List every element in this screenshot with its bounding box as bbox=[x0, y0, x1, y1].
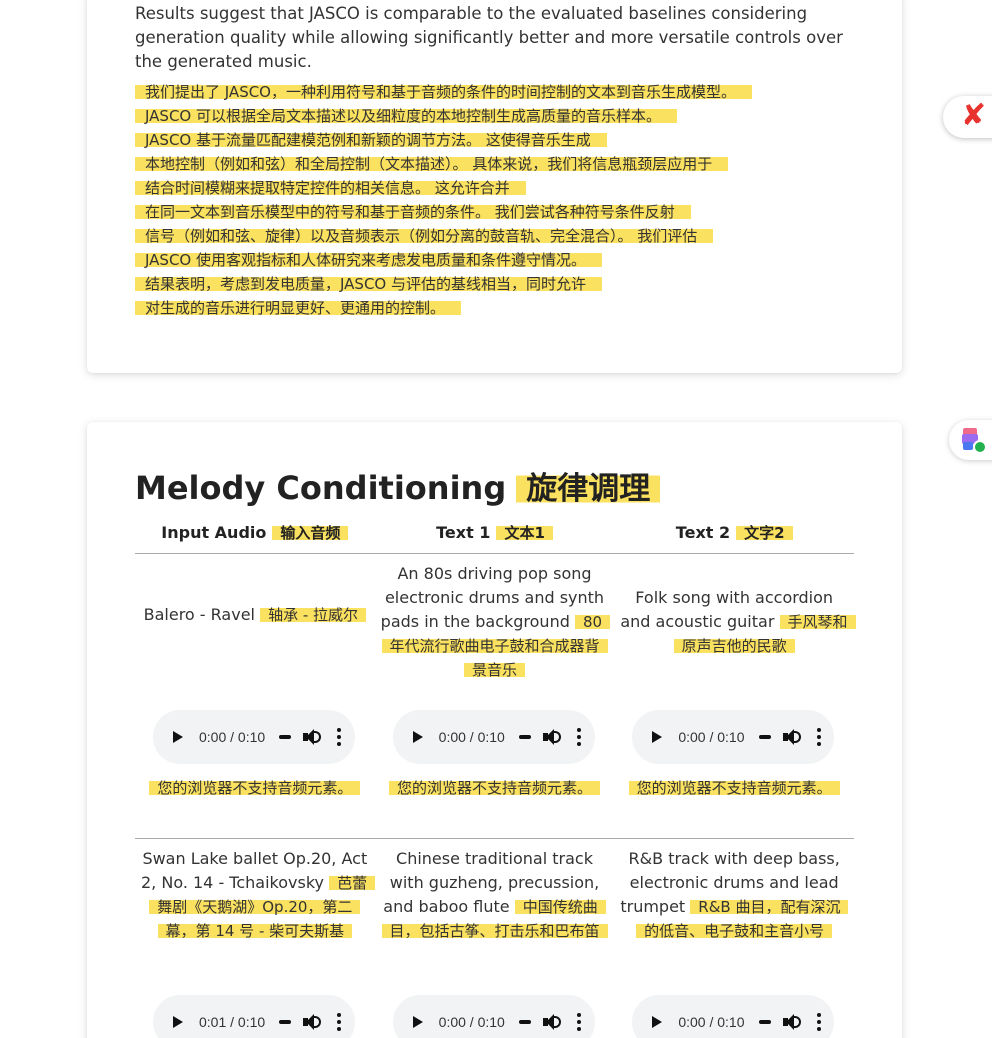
cell-translation: 轴承 - 拉威尔 bbox=[260, 606, 367, 624]
play-icon[interactable] bbox=[652, 731, 663, 743]
translate-extension-button[interactable]: ✘ bbox=[943, 96, 992, 138]
audio-unsupported-message: 您的浏览器不支持音频元素。 bbox=[389, 779, 601, 797]
table-cell: An 80s driving pop song electronic drums… bbox=[375, 554, 615, 838]
mute-icon[interactable] bbox=[518, 735, 531, 739]
translation-line: 对生成的音乐进行明显更好、更通用的控制。 bbox=[135, 299, 462, 317]
cell-description: An 80s driving pop song electronic drums… bbox=[380, 564, 605, 631]
mute-icon[interactable] bbox=[758, 735, 771, 739]
volume-icon[interactable] bbox=[303, 1014, 322, 1030]
audio-time: 0:00 / 0:10 bbox=[438, 1014, 505, 1030]
play-icon[interactable] bbox=[173, 1016, 183, 1028]
header-translation: 文本1 bbox=[496, 524, 553, 542]
table-cell: Chinese traditional track with guzheng, … bbox=[375, 839, 615, 1038]
audio-player[interactable]: 0:00 / 0:10 bbox=[392, 710, 595, 764]
translation-line: JASCO 使用客观指标和人体研究来考虑发电质量和条件遵守情况。 bbox=[135, 251, 602, 269]
audio-time: 0:00 / 0:10 bbox=[678, 1014, 745, 1030]
translation-line: JASCO 基于流量匹配建模范例和新颖的调节方法。 这使得音乐生成 bbox=[135, 131, 607, 149]
mute-icon[interactable] bbox=[518, 1020, 531, 1024]
header-input-audio: Input Audio 输入音频 bbox=[135, 518, 375, 553]
more-options-icon[interactable] bbox=[337, 1013, 342, 1031]
audio-player[interactable]: 0:00 / 0:10 bbox=[632, 995, 835, 1038]
audio-player[interactable]: 0:00 / 0:10 bbox=[153, 710, 355, 764]
audio-time: 0:01 / 0:10 bbox=[199, 1014, 266, 1030]
translation-line: JASCO 可以根据全局文本描述以及细粒度的本地控制生成高质量的音乐样本。 bbox=[135, 107, 677, 125]
abstract-chinese-translation: 我们提出了 JASCO，一种利用符号和基于音频的条件的时间控制的文本到音乐生成模… bbox=[135, 80, 850, 320]
section-title-translation: 旋律调理 bbox=[516, 471, 661, 507]
audio-player[interactable]: 0:01 / 0:10 bbox=[153, 995, 355, 1038]
doc-extension-button[interactable] bbox=[949, 420, 992, 460]
volume-icon[interactable] bbox=[303, 729, 322, 745]
more-options-icon[interactable] bbox=[576, 1013, 581, 1031]
more-options-icon[interactable] bbox=[337, 728, 342, 746]
more-options-icon[interactable] bbox=[816, 1013, 821, 1031]
translation-line: 结合时间模糊来提取特定控件的相关信息。 这允许合并 bbox=[135, 179, 526, 197]
volume-icon[interactable] bbox=[542, 1014, 561, 1030]
play-icon[interactable] bbox=[652, 1016, 663, 1028]
translation-line: 本地控制（例如和弦）和全局控制（文本描述）。 具体来说，我们将信息瓶颈层应用于 bbox=[135, 155, 729, 173]
play-icon[interactable] bbox=[412, 731, 423, 743]
mute-icon[interactable] bbox=[758, 1020, 771, 1024]
abstract-english-text: Results suggest that JASCO is comparable… bbox=[135, 4, 843, 71]
audio-unsupported-message: 您的浏览器不支持音频元素。 bbox=[628, 779, 840, 797]
section-title-text: Melody Conditioning bbox=[135, 469, 507, 507]
translation-line: 结果表明，考虑到发电质量，JASCO 与评估的基线相当，同时允许 bbox=[135, 275, 602, 293]
table-row: Balero - Ravel 轴承 - 拉威尔 0:00 / 0:10 您的浏览… bbox=[135, 554, 856, 839]
play-icon[interactable] bbox=[173, 731, 183, 743]
table-header: Input Audio 输入音频 Text 1 文本1 Text 2 文字2 bbox=[135, 518, 854, 554]
abstract-card: Results suggest that JASCO is comparable… bbox=[87, 0, 902, 373]
audio-time: 0:00 / 0:10 bbox=[438, 729, 505, 745]
audio-unsupported-message: 您的浏览器不支持音频元素。 bbox=[149, 779, 361, 797]
audio-time: 0:00 / 0:10 bbox=[199, 729, 266, 745]
table-row: Swan Lake ballet Op.20, Act 2, No. 14 - … bbox=[135, 839, 854, 1038]
cell-description: Balero - Ravel bbox=[143, 605, 255, 624]
header-text-2: Text 2 文字2 bbox=[614, 518, 854, 553]
section-title: Melody Conditioning 旋律调理 bbox=[135, 466, 661, 510]
samples-table: Input Audio 输入音频 Text 1 文本1 Text 2 文字2 Bale… bbox=[135, 518, 856, 1038]
mute-icon[interactable] bbox=[279, 1020, 292, 1024]
volume-icon[interactable] bbox=[782, 1014, 801, 1030]
translation-line: 我们提出了 JASCO，一种利用符号和基于音频的条件的时间控制的文本到音乐生成模… bbox=[135, 83, 752, 101]
translation-line: 在同一文本到音乐模型中的符号和基于音频的条件。 我们尝试各种符号条件反射 bbox=[135, 203, 691, 221]
header-translation: 文字2 bbox=[736, 524, 793, 542]
volume-icon[interactable] bbox=[782, 729, 801, 745]
audio-player[interactable]: 0:00 / 0:10 bbox=[392, 995, 595, 1038]
table-cell: Swan Lake ballet Op.20, Act 2, No. 14 - … bbox=[135, 839, 376, 1038]
header-text-1: Text 1 文本1 bbox=[375, 518, 615, 553]
audio-player[interactable]: 0:00 / 0:10 bbox=[632, 710, 835, 764]
table-cell: Balero - Ravel 轴承 - 拉威尔 0:00 / 0:10 您的浏览… bbox=[135, 554, 375, 838]
mute-icon[interactable] bbox=[279, 735, 292, 739]
more-options-icon[interactable] bbox=[816, 728, 821, 746]
audio-time: 0:00 / 0:10 bbox=[678, 729, 745, 745]
table-cell: R&B track with deep bass, electronic dru… bbox=[614, 839, 854, 1038]
header-translation: 输入音频 bbox=[272, 524, 349, 542]
melody-conditioning-card: Melody Conditioning 旋律调理 Input Audio 输入音频 … bbox=[87, 422, 902, 1038]
play-icon[interactable] bbox=[412, 1016, 423, 1028]
translate-extension-icon: ✘ bbox=[961, 98, 987, 133]
volume-icon[interactable] bbox=[542, 729, 561, 745]
table-cell: Folk song with accordion and acoustic gu… bbox=[614, 554, 856, 838]
more-options-icon[interactable] bbox=[576, 728, 581, 746]
translation-line: 信号（例如和弦、旋律）以及音频表示（例如分离的鼓音轨、完全混合）。 我们评估 bbox=[135, 227, 714, 245]
